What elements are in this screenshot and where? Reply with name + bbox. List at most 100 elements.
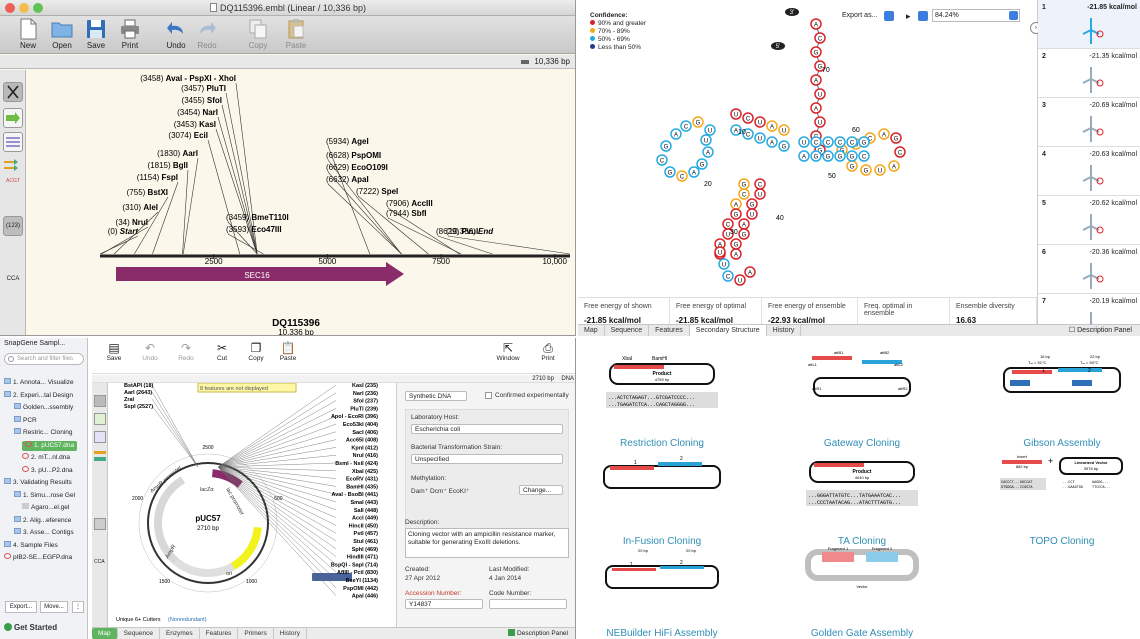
tree-row[interactable]: 1. Simu...rose Gel [14, 490, 75, 501]
feature-tool-button[interactable] [3, 108, 23, 128]
tab-map[interactable]: Map [578, 325, 605, 336]
structure-item[interactable]: 2 -21.35 kcal/mol [1038, 49, 1140, 98]
tree-row[interactable]: 3. Validating Results [4, 478, 72, 488]
cloning-method-7[interactable]: 20 bp 20 bp 1 2 NEBuilder HiFi Assembly [582, 542, 742, 639]
tree-row[interactable]: pIB2-SE...EGFP.dna [4, 553, 72, 563]
cut-site-label[interactable]: (7222) SpeI [356, 187, 398, 196]
restriction-site-label[interactable]: Acc65I (408) [346, 438, 378, 444]
restriction-site-label[interactable]: PspOMI (442) [343, 586, 378, 592]
restriction-site-label[interactable]: ApaI (446) [352, 594, 378, 600]
restriction-site-label[interactable]: NarI (236) [353, 391, 378, 397]
tree-row[interactable]: 2. mT...nl.dna [22, 453, 70, 463]
description-panel-toggle[interactable]: ☐ Description Panel [1069, 326, 1132, 334]
restriction-site-label[interactable]: SalI (448) [354, 508, 378, 514]
print-button[interactable]: Print [114, 18, 146, 50]
tab-features[interactable]: Features [200, 628, 239, 639]
restriction-site-label[interactable]: SphI (469) [352, 547, 378, 553]
tab-sequence[interactable]: Sequence [605, 325, 650, 336]
change-button[interactable]: Change... [519, 485, 563, 495]
primer-tool-button[interactable] [3, 132, 23, 152]
cut-site-label[interactable]: (3455) SfoI [182, 96, 222, 105]
redo-button[interactable]: Redo [191, 18, 223, 50]
restriction-site-label[interactable]: NruI (416) [353, 453, 379, 459]
open-button[interactable]: Open [46, 18, 78, 50]
host-select[interactable]: Escherichia coli [411, 424, 563, 434]
export-button[interactable]: Export... [5, 601, 37, 613]
restriction-site-label[interactable]: BsmI - NsiI (424) [335, 461, 378, 467]
cut-site-label[interactable]: (6628) PspOMI [326, 151, 381, 160]
cut-site-label[interactable]: (3453) KasI [174, 120, 216, 129]
tree-row[interactable]: Golden...ssembly [14, 403, 73, 413]
confirmed-checkbox[interactable] [485, 392, 492, 399]
paste-button[interactable]: 📋 Paste [274, 341, 302, 362]
feature-tool-icon[interactable] [94, 413, 106, 425]
restriction-site-label[interactable]: StuI (461) [353, 539, 378, 545]
restriction-site-label[interactable]: AccI (449) [352, 516, 378, 522]
tree-row[interactable]: PCR [14, 415, 37, 426]
cut-site-label[interactable]: (3457) PluTI [181, 84, 226, 93]
cut-site-label[interactable]: (1815) BglI [148, 161, 188, 170]
cut-site-label[interactable]: (3074) EciI [168, 131, 208, 140]
restriction-site-label[interactable]: BspQI - SapI (714) [331, 562, 378, 568]
enzyme-tool-button[interactable] [3, 82, 23, 102]
more-options-icon[interactable]: ⋮ [72, 601, 84, 613]
tab-map[interactable]: Map [92, 628, 118, 639]
cloning-method-4[interactable]: 1 2 In-Fusion Cloning [582, 448, 742, 547]
cut-site-label[interactable]: (3458) AvaI - PspXI - XhoI [140, 74, 236, 83]
restriction-site-label[interactable]: EcoRV (431) [346, 477, 378, 483]
tab-primers[interactable]: Primers [238, 628, 274, 639]
cut-site-label[interactable]: (3593) Eco47III [226, 225, 282, 234]
cut-site-label[interactable]: (755) BstXI [127, 188, 168, 197]
restriction-site-label[interactable]: ZraI [124, 397, 135, 403]
restriction-site-label[interactable]: BstAPI (18) [124, 383, 154, 389]
cut-site-label[interactable]: (5934) AgeI [326, 137, 369, 146]
cut-site-label[interactable]: (10,336) End [446, 227, 494, 236]
restriction-site-label[interactable]: Eco53kI (404) [343, 422, 378, 428]
window-button[interactable]: ⇱ Window [494, 341, 522, 362]
cloning-method-8[interactable]: Fragment 1 Fragment 2 Vector Golden Gate As… [782, 542, 942, 639]
accession-field[interactable]: Y14837 [405, 599, 483, 609]
description-panel-toggle[interactable]: Description Panel [508, 629, 568, 637]
orf-tool-icon[interactable] [94, 451, 106, 461]
restriction-site-label[interactable]: BamHI (435) [346, 484, 378, 490]
print-button[interactable]: ⎙ Print [534, 341, 562, 362]
orf-tool-icon[interactable] [3, 158, 23, 172]
tree-row[interactable]: 4. Sample Files [4, 540, 58, 551]
restriction-site-label[interactable]: HindIII (471) [347, 555, 378, 561]
new-button[interactable]: New [12, 18, 44, 50]
cutters-label[interactable]: Unique 6+ Cutters [116, 617, 161, 623]
filter-input[interactable]: Search and filter files [4, 353, 84, 365]
cut-site-label[interactable]: (3459) BmeT110I [226, 213, 289, 222]
restriction-site-label[interactable]: KpnI (412) [351, 445, 378, 451]
restriction-site-label[interactable]: PluTI (239) [350, 406, 378, 412]
cloning-method-label[interactable]: NEBuilder HiFi Assembly [582, 628, 742, 639]
tree-row[interactable]: 1. Annota... Visualize [4, 378, 74, 388]
restriction-site-label[interactable]: SfoI (237) [353, 399, 378, 405]
cut-button[interactable]: ✂ Cut [208, 341, 236, 362]
restriction-site-label[interactable]: SacI (406) [352, 430, 378, 436]
cut-site-label[interactable]: (7906) AccIII [386, 199, 433, 208]
tab-secondary-structure[interactable]: Secondary Structure [689, 325, 767, 336]
cut-site-label[interactable]: (1154) FspI [137, 173, 178, 182]
structure-item[interactable]: 6 -20.36 kcal/mol [1038, 245, 1140, 294]
scissors-tool-icon[interactable] [94, 395, 106, 407]
undo-button[interactable]: Undo [160, 18, 192, 50]
restriction-site-label[interactable]: AarI (2643) [124, 390, 152, 396]
tree-row[interactable]: 3. pU...P2.dna [22, 465, 73, 476]
cca-tool-icon[interactable]: CCA [94, 559, 105, 565]
cut-site-label[interactable]: (6629) EcoO109I [326, 163, 388, 172]
cloning-method-5[interactable]: Product 4040 bp ...GGGATTATGTC...TATGAAATC… [782, 448, 942, 547]
tree-row[interactable]: 2. Alig...eference [14, 515, 71, 526]
translation-tool-icon[interactable]: ACGT [3, 178, 23, 192]
structure-item[interactable]: 3 -20.69 kcal/mol [1038, 98, 1140, 147]
tree-row[interactable]: 2. Experi...tal Design [4, 390, 73, 401]
cut-site-label[interactable]: (7944) SbfI [386, 209, 426, 218]
dna-type-select[interactable]: Synthetic DNA [405, 391, 467, 401]
code-field[interactable] [489, 599, 567, 609]
structure-item[interactable]: 5 -20.62 kcal/mol [1038, 196, 1140, 245]
restriction-site-label[interactable]: SspI (2527) [124, 404, 153, 410]
undo-button[interactable]: ↶ Undo [136, 341, 164, 362]
cca-tool[interactable]: CCA [3, 276, 23, 282]
tab-sequence[interactable]: Sequence [118, 628, 160, 639]
move-button[interactable]: Move... [40, 601, 68, 613]
